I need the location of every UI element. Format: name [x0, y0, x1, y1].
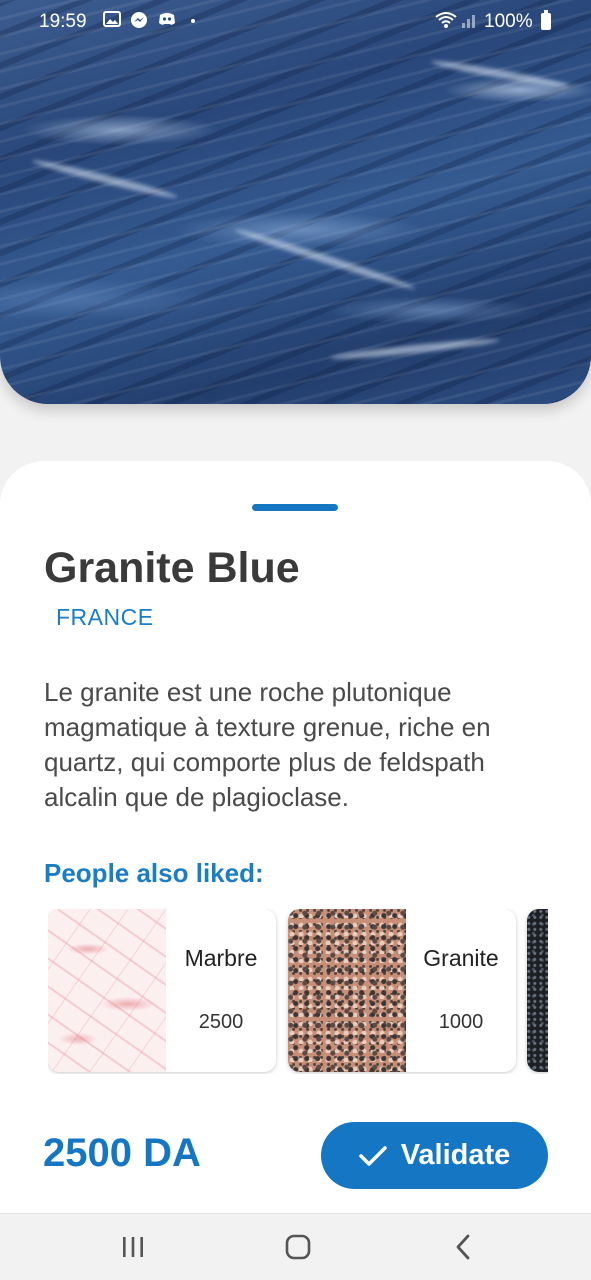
- discord-icon: [158, 11, 176, 32]
- messenger-icon: [130, 11, 148, 34]
- rose-granite-thumbnail: [288, 909, 406, 1072]
- signal-icon: [461, 11, 479, 34]
- product-description: Le granite est une roche plutonique magm…: [44, 677, 491, 812]
- details-sheet: Granite Blue FRANCE Le granite est une r…: [0, 461, 591, 1213]
- stone-vein: [233, 225, 417, 293]
- gallery-icon: [103, 11, 121, 32]
- dot-icon: [190, 11, 196, 34]
- check-icon: [358, 1145, 387, 1167]
- pink-marble-thumbnail: [48, 909, 166, 1072]
- status-time: 19:59: [39, 11, 87, 32]
- related-card-partial[interactable]: [527, 909, 548, 1072]
- card-name: Granite: [423, 945, 499, 971]
- product-origin: FRANCE: [56, 604, 154, 630]
- card-price: 1000: [438, 1011, 484, 1033]
- home-icon[interactable]: [280, 1232, 316, 1262]
- validate-label: Validate: [400, 1139, 511, 1171]
- status-bar: 19:59 100%: [0, 0, 591, 44]
- stone-vein: [430, 57, 570, 91]
- related-card-granite[interactable]: Granite 1000: [288, 909, 516, 1072]
- related-carousel[interactable]: Marbre 2500 Granite 1000: [48, 909, 548, 1074]
- wifi-icon: [435, 11, 457, 34]
- related-card-marbre[interactable]: Marbre 2500: [48, 909, 276, 1072]
- card-price: 2500: [198, 1011, 244, 1033]
- black-granite-thumbnail: [527, 909, 548, 1072]
- validate-button[interactable]: Validate: [321, 1122, 548, 1189]
- battery-percent: 100%: [484, 11, 533, 32]
- product-title: Granite Blue: [44, 544, 300, 592]
- system-nav-bar: [0, 1213, 591, 1280]
- recent-apps-icon[interactable]: [115, 1232, 151, 1262]
- battery-icon: [541, 10, 551, 30]
- card-name: Marbre: [184, 945, 258, 971]
- stone-vein: [330, 336, 500, 362]
- hero-stone-image: [0, 0, 591, 404]
- drag-handle[interactable]: [252, 504, 338, 511]
- stone-vein: [31, 156, 179, 202]
- back-icon[interactable]: [446, 1232, 482, 1262]
- total-price: 2500 DA: [43, 1131, 201, 1175]
- related-heading: People also liked:: [44, 858, 264, 888]
